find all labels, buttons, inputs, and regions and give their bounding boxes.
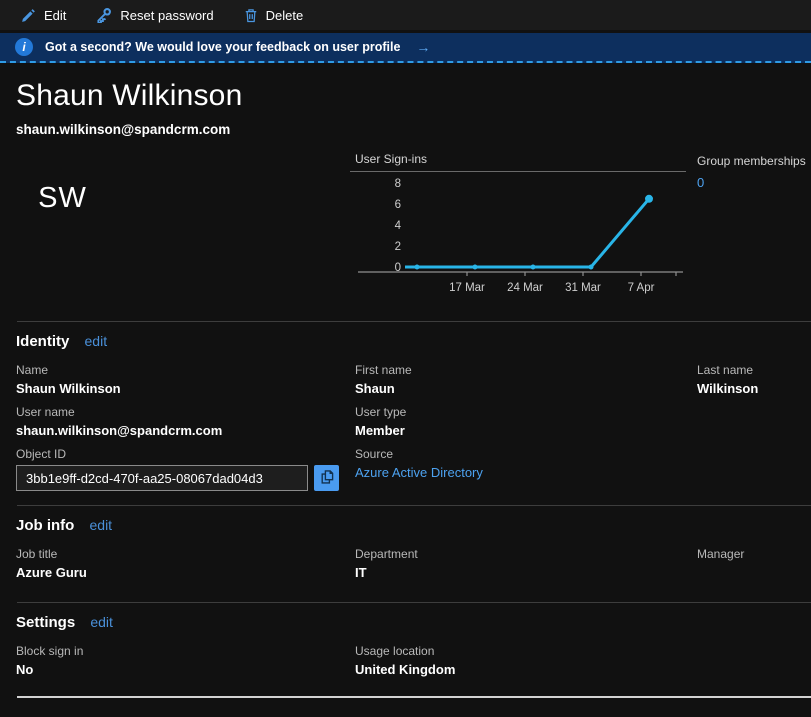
settings-edit-link[interactable]: edit: [90, 614, 113, 630]
group-memberships: Group memberships 0: [697, 154, 806, 192]
field-label: User name: [16, 405, 355, 419]
settings-title: Settings: [16, 614, 75, 631]
field-label: Source: [355, 447, 697, 461]
svg-text:31 Mar: 31 Mar: [565, 282, 601, 294]
settings-fields: Block sign in No Usage location United K…: [0, 644, 811, 677]
bottom-divider: [17, 696, 811, 698]
reset-password-button-label: Reset password: [120, 8, 213, 23]
svg-text:24 Mar: 24 Mar: [507, 282, 543, 294]
field-label: Block sign in: [16, 644, 355, 658]
copy-icon: [319, 468, 335, 488]
signins-line-chart: 8 6 4 2 0 17 Mar 24 Mar 31 Mar 7 Apr: [350, 172, 686, 296]
signins-chart: User Sign-ins 8 6 4 2 0 17 Mar 24 Mar 31 Mar 7 A…: [350, 150, 686, 296]
field-last-name: Last name Wilkinson: [697, 363, 811, 396]
edit-button-label: Edit: [44, 8, 66, 23]
field-label: Object ID: [16, 447, 355, 461]
avatar: SW: [17, 153, 108, 244]
field-value: IT: [355, 565, 697, 580]
trash-icon: [244, 8, 258, 23]
chart-title: User Sign-ins: [350, 150, 686, 172]
field-first-name: First name Shaun: [355, 363, 697, 396]
field-value: Shaun Wilkinson: [16, 381, 355, 396]
job-info-title: Job info: [16, 517, 74, 534]
avatar-initials: SW: [38, 182, 87, 215]
field-value: United Kingdom: [355, 662, 697, 677]
field-job-title: Job title Azure Guru: [16, 547, 355, 580]
field-label: Manager: [697, 547, 811, 561]
feedback-link[interactable]: Got a second? We would love your feedbac…: [45, 40, 400, 54]
svg-text:7 Apr: 7 Apr: [628, 282, 655, 294]
command-bar: Edit Reset password Delete: [0, 0, 811, 30]
identity-fields: Name Shaun Wilkinson First name Shaun La…: [0, 363, 811, 491]
user-email: shaun.wilkinson@spandcrm.com: [16, 122, 811, 137]
svg-text:8: 8: [395, 178, 401, 190]
field-label: Last name: [697, 363, 811, 377]
source-link[interactable]: Azure Active Directory: [355, 465, 697, 480]
field-source: Source Azure Active Directory: [355, 447, 697, 491]
profile-summary-row: SW User Sign-ins 8 6 4 2 0 17 Mar 24 Mar 31 Mar…: [0, 149, 811, 295]
svg-text:4: 4: [395, 220, 402, 232]
section-divider: [17, 602, 811, 603]
identity-title: Identity: [16, 333, 69, 350]
arrow-right-icon: →: [416, 39, 430, 55]
object-id-input[interactable]: [16, 465, 308, 491]
field-label: Name: [16, 363, 355, 377]
spacer: [697, 644, 811, 677]
pencil-icon: [21, 8, 36, 23]
edit-button[interactable]: Edit: [21, 8, 66, 23]
field-label: Usage location: [355, 644, 697, 658]
group-memberships-count-link[interactable]: 0: [697, 175, 704, 190]
identity-section-heading: Identity edit: [16, 333, 811, 350]
field-object-id: Object ID: [16, 447, 355, 491]
delete-button-label: Delete: [266, 8, 304, 23]
field-value: No: [16, 662, 355, 677]
job-info-section-heading: Job info edit: [16, 517, 811, 534]
field-label: Department: [355, 547, 697, 561]
identity-edit-link[interactable]: edit: [85, 333, 108, 349]
field-block-sign-in: Block sign in No: [16, 644, 355, 677]
copy-button[interactable]: [314, 465, 339, 491]
field-label: Job title: [16, 547, 355, 561]
field-user-name: User name shaun.wilkinson@spandcrm.com: [16, 405, 355, 438]
field-department: Department IT: [355, 547, 697, 580]
settings-section-heading: Settings edit: [16, 614, 811, 631]
job-info-fields: Job title Azure Guru Department IT Manag…: [0, 547, 811, 580]
group-memberships-label: Group memberships: [697, 154, 806, 168]
section-divider: [17, 321, 811, 322]
svg-text:17 Mar: 17 Mar: [449, 282, 485, 294]
info-icon: i: [15, 38, 33, 56]
field-value: Shaun: [355, 381, 697, 396]
svg-text:0: 0: [395, 262, 401, 274]
svg-text:2: 2: [395, 241, 401, 253]
spacer: [697, 447, 811, 491]
section-divider: [17, 505, 811, 506]
field-value: Wilkinson: [697, 381, 811, 396]
field-value: Azure Guru: [16, 565, 355, 580]
delete-button[interactable]: Delete: [244, 8, 304, 23]
field-value: shaun.wilkinson@spandcrm.com: [16, 423, 355, 438]
key-icon: [96, 7, 112, 23]
feedback-banner: i Got a second? We would love your feedb…: [0, 33, 811, 63]
field-manager: Manager: [697, 547, 811, 580]
field-label: First name: [355, 363, 697, 377]
reset-password-button[interactable]: Reset password: [96, 7, 213, 23]
field-value: Member: [355, 423, 697, 438]
user-header: Shaun Wilkinson shaun.wilkinson@spandcrm…: [0, 78, 811, 137]
job-info-edit-link[interactable]: edit: [90, 517, 113, 533]
field-label: User type: [355, 405, 697, 419]
field-usage-location: Usage location United Kingdom: [355, 644, 697, 677]
svg-text:6: 6: [395, 199, 401, 211]
page-title: Shaun Wilkinson: [16, 78, 811, 114]
spacer: [697, 405, 811, 438]
field-name: Name Shaun Wilkinson: [16, 363, 355, 396]
field-user-type: User type Member: [355, 405, 697, 438]
